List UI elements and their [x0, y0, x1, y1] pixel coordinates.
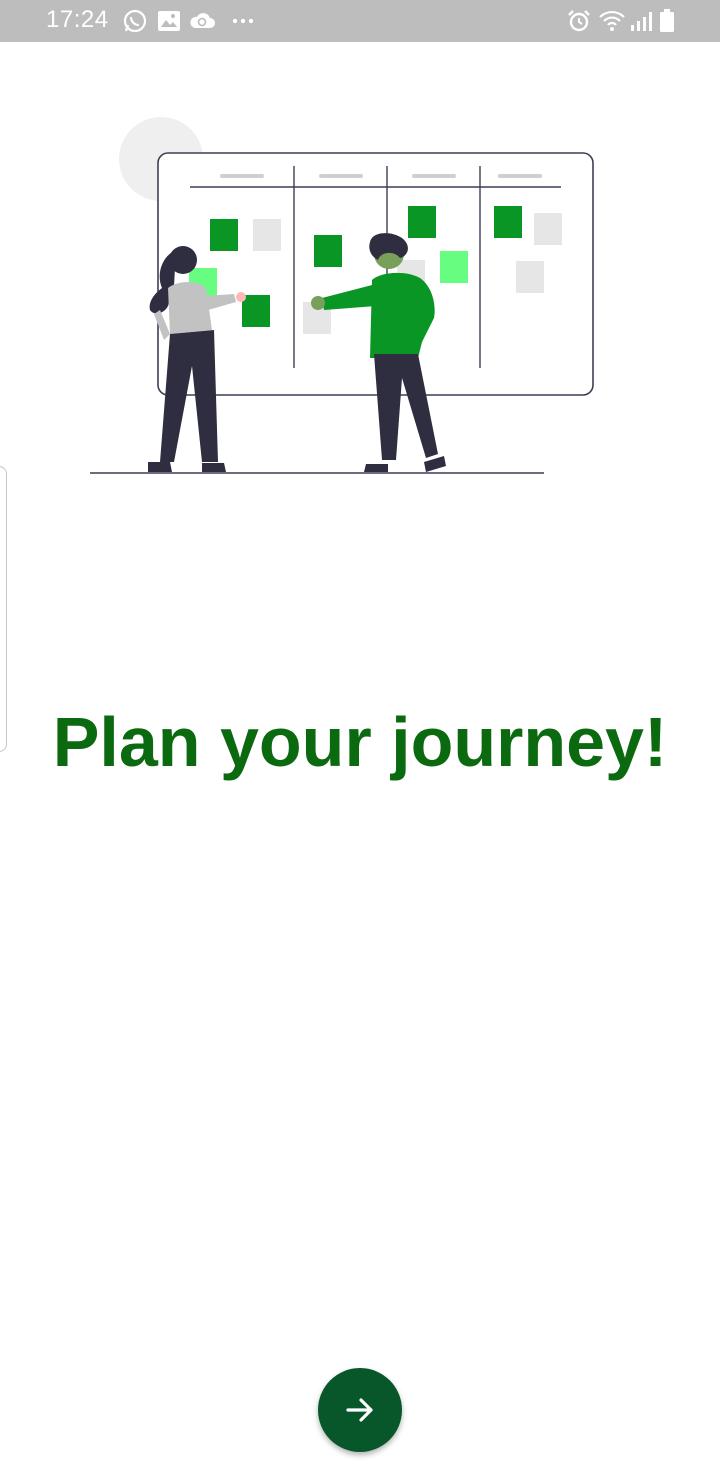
cloud-sync-icon — [190, 13, 215, 28]
more-dots-icon — [232, 18, 254, 24]
wifi-icon — [599, 10, 625, 31]
arrow-right-icon — [346, 1398, 373, 1422]
battery-icon — [660, 9, 674, 32]
status-bar: 17:24 — [0, 0, 720, 42]
whatsapp-icon — [123, 9, 147, 33]
signal-icon — [631, 12, 652, 31]
gallery-icon — [158, 11, 180, 31]
status-time: 17:24 — [46, 6, 109, 33]
next-button[interactable] — [318, 1368, 402, 1452]
alarm-icon — [568, 10, 590, 32]
onboarding-headline: Plan your journey! — [52, 703, 668, 781]
kanban-board-illustration — [90, 117, 594, 474]
